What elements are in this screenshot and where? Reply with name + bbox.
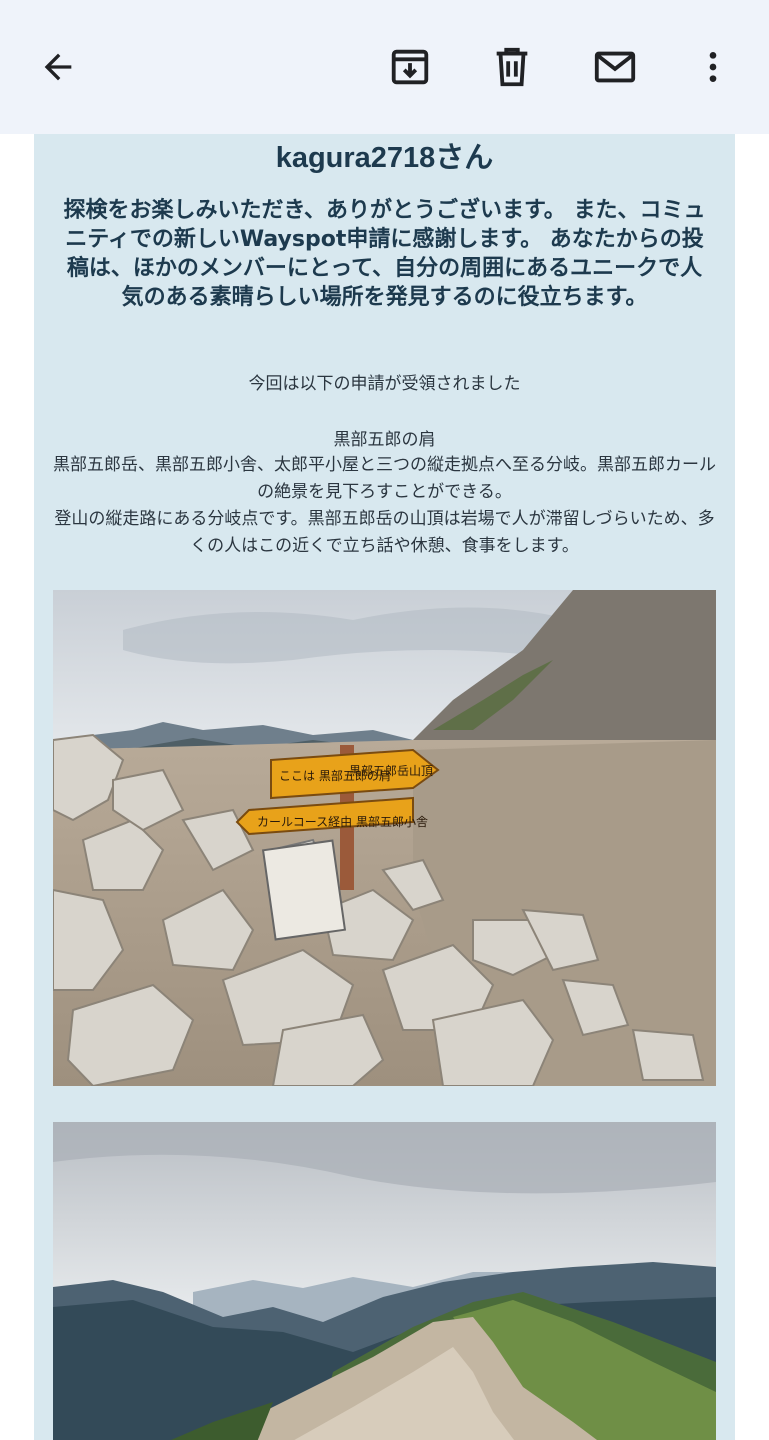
wayspot-photo-secondary (53, 1122, 716, 1440)
sign-text-bottom: カールコース経由 黒部五郎小舎 (257, 814, 428, 829)
mail-icon (594, 51, 636, 83)
message-card: kagura2718さん 探検をお楽しみいただき、ありがとうございます。 また、… (34, 134, 735, 1440)
delete-button[interactable] (485, 40, 539, 94)
mark-unread-button[interactable] (588, 40, 642, 94)
archive-icon (391, 49, 429, 85)
archive-button[interactable] (383, 40, 437, 94)
email-body: kagura2718さん 探検をお楽しみいただき、ありがとうございます。 また、… (0, 134, 769, 1440)
wayspot-title: 黒部五郎の肩 (333, 430, 436, 450)
thanks-message: 探検をお楽しみいただき、ありがとうございます。 また、コミュニティでの新しいWa… (63, 198, 706, 310)
accepted-notice: 今回は以下の申請が受領されました (248, 374, 521, 394)
top-app-bar (0, 0, 769, 134)
wayspot-description-text: 黒部五郎岳、黒部五郎小舎、太郎平小屋と三つの縦走拠点へ至る分岐。黒部五郎カールの… (53, 455, 716, 502)
more-vertical-icon (709, 52, 717, 82)
wayspot-photo-main: ここは 黒部五郎の肩 黒部五郎岳山頂 カールコース経由 黒部五郎小舎 (53, 590, 716, 1086)
mountain-panorama-photo (53, 1122, 716, 1440)
wayspot-supplement-text: 登山の縦走路にある分岐点です。黒部五郎岳の山頂は岩場で人が滞留しづらいため、多く… (54, 509, 715, 556)
sign-text-top-right: 黒部五郎岳山頂 (349, 763, 433, 778)
greeting-heading: kagura2718さん (275, 142, 494, 174)
arrow-left-icon (44, 53, 72, 81)
more-options-button[interactable] (686, 40, 740, 94)
signpost-photo: ここは 黒部五郎の肩 黒部五郎岳山頂 カールコース経由 黒部五郎小舎 (53, 590, 716, 1086)
trash-icon (496, 47, 528, 87)
wayspot-description: 黒部五郎岳、黒部五郎小舎、太郎平小屋と三つの縦走拠点へ至る分岐。黒部五郎カールの… (52, 452, 717, 560)
back-button[interactable] (31, 40, 85, 94)
